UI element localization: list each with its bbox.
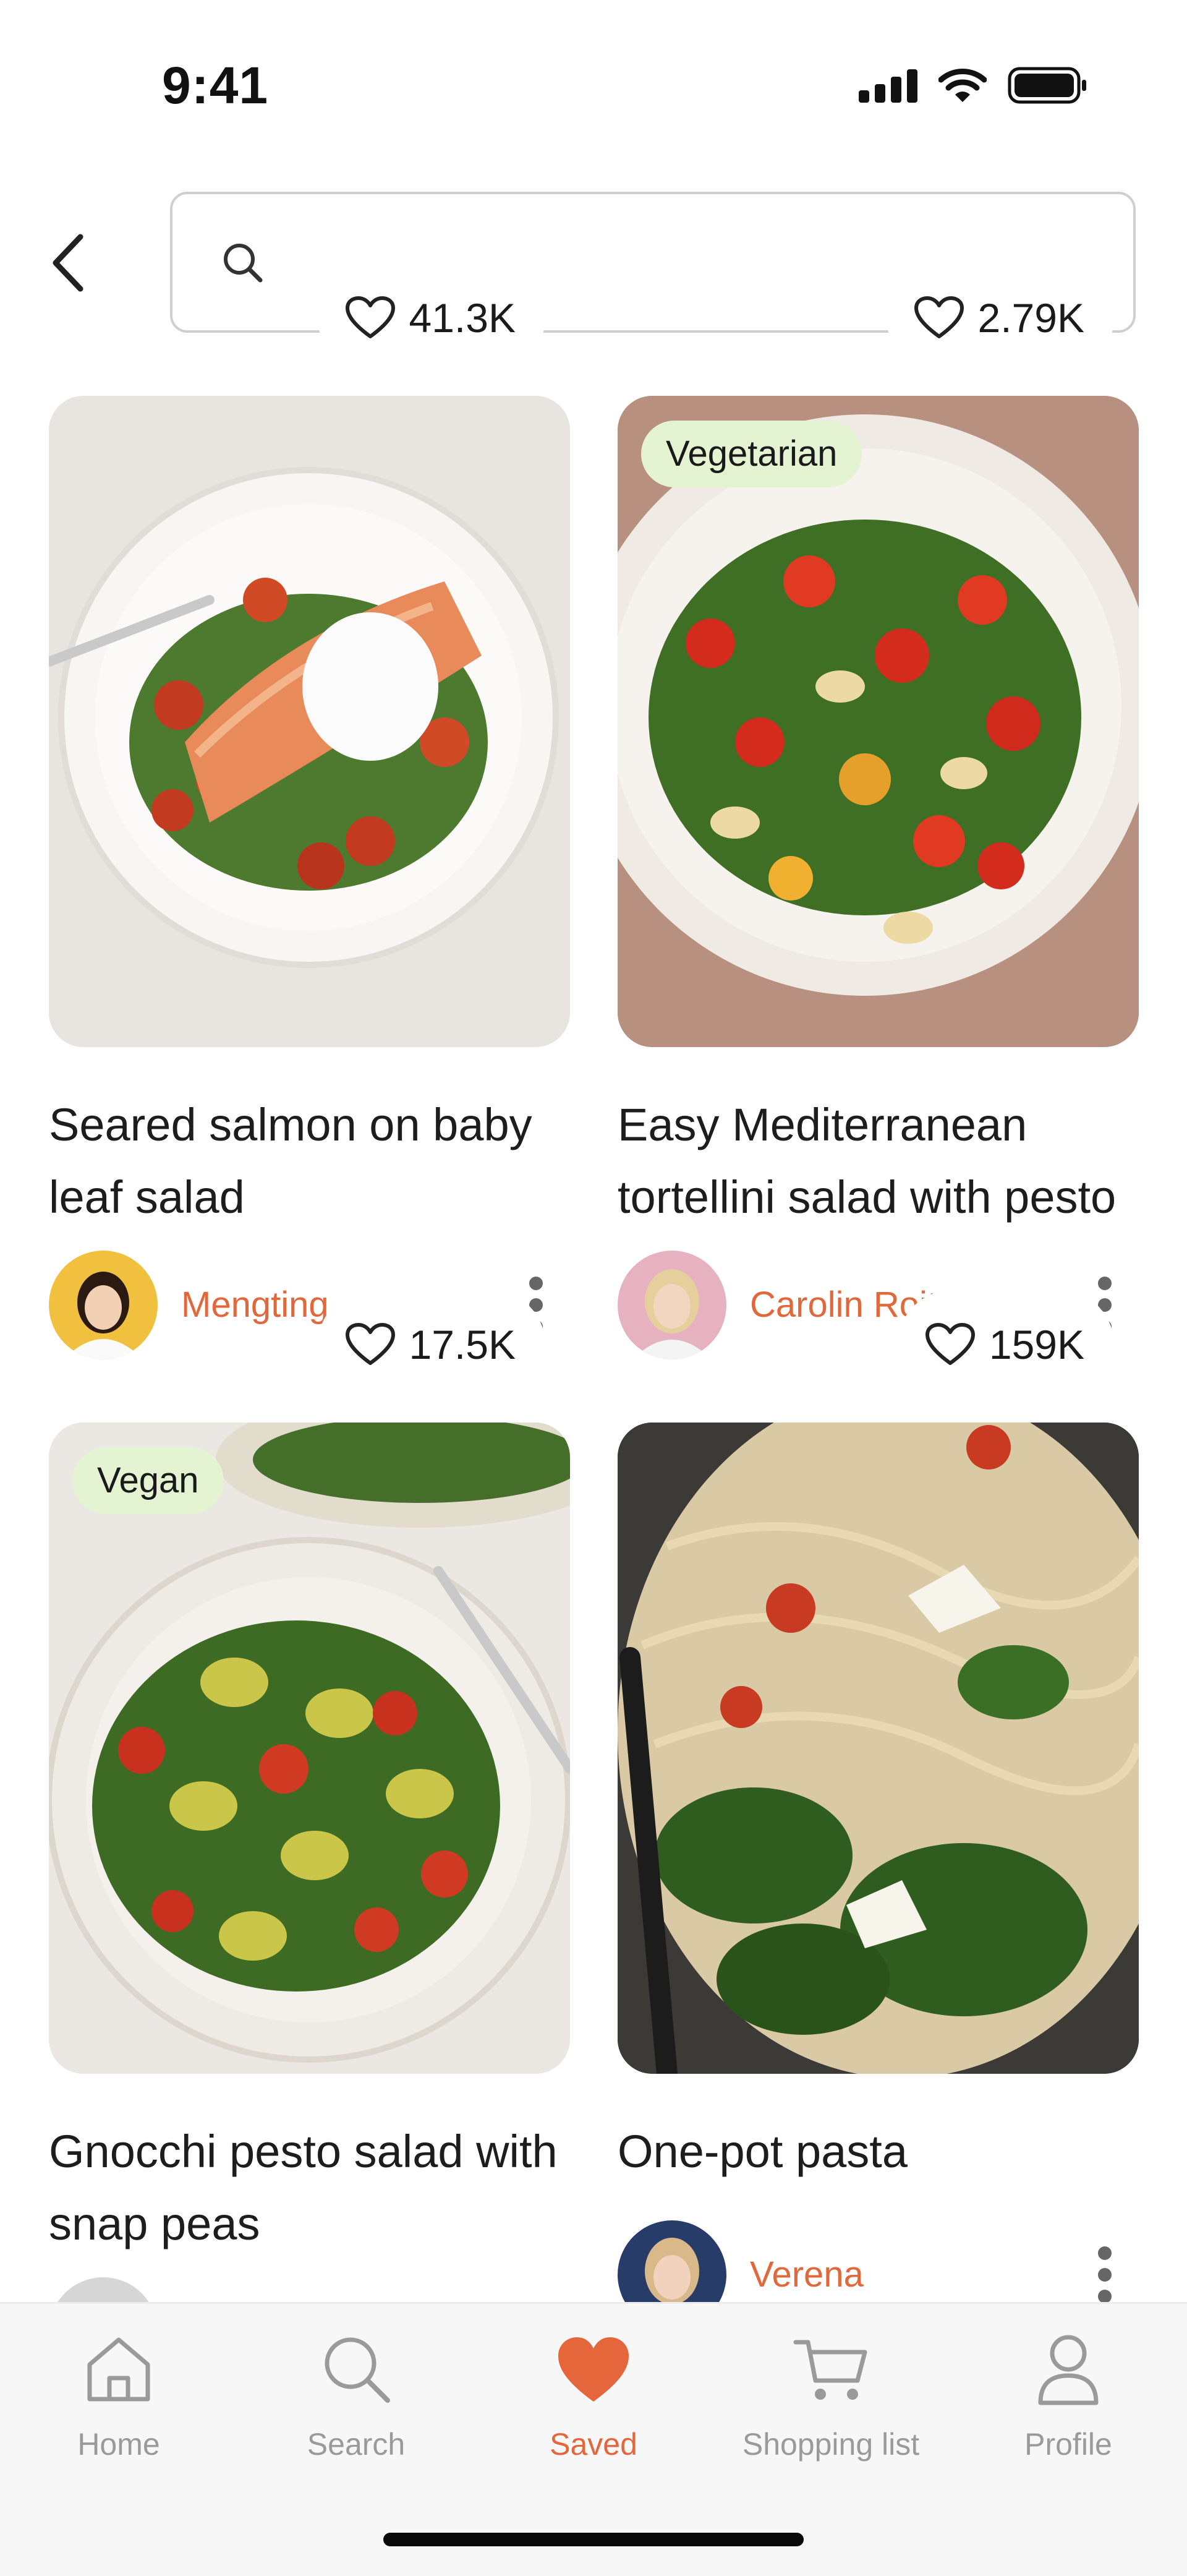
heart-filled-icon xyxy=(558,2337,629,2402)
author-name[interactable]: Mengting xyxy=(181,1284,329,1325)
person-icon xyxy=(1038,2335,1099,2405)
more-options-button[interactable] xyxy=(1096,2246,1114,2303)
search-icon xyxy=(325,2337,390,2403)
tab-label: Search xyxy=(307,2427,406,2462)
back-button[interactable] xyxy=(43,232,93,294)
like-button[interactable]: 159K xyxy=(897,1290,1114,1399)
tab-label: Profile xyxy=(1024,2427,1112,2462)
tab-shopping-list[interactable]: Shopping list xyxy=(712,2304,950,2489)
cellular-signal-icon xyxy=(859,68,917,103)
heart-outline-icon xyxy=(345,296,395,338)
author-name[interactable]: Verena xyxy=(750,2254,864,2295)
heart-outline-icon xyxy=(345,1323,395,1365)
recipe-title[interactable]: Seared salmon on baby leaf salad xyxy=(49,1089,570,1233)
recipe-image[interactable] xyxy=(49,396,570,1047)
like-count: 2.79K xyxy=(977,295,1084,341)
like-count: 17.5K xyxy=(409,1322,516,1367)
tab-bar: Home Search Saved Shopping list Profile xyxy=(0,2302,1187,2576)
status-icons xyxy=(859,67,1088,104)
cart-icon xyxy=(793,2340,867,2400)
recipe-title[interactable]: Easy Mediterranean tortellini salad with… xyxy=(618,1089,1139,1233)
search-icon xyxy=(224,244,263,283)
battery-icon xyxy=(1008,67,1086,104)
like-button[interactable]: 2.79K xyxy=(886,263,1114,372)
heart-outline-icon xyxy=(925,1323,975,1365)
tab-profile[interactable]: Profile xyxy=(950,2304,1187,2489)
back-arrow-icon xyxy=(53,234,83,292)
tab-label: Home xyxy=(77,2427,160,2462)
status-time: 9:41 xyxy=(162,56,269,114)
recipe-title[interactable]: Gnocchi pesto salad with snap peas xyxy=(49,2115,570,2260)
recipe-image[interactable] xyxy=(49,1423,570,2074)
tab-label: Saved xyxy=(550,2427,637,2462)
tab-search[interactable]: Search xyxy=(237,2304,475,2489)
home-icon xyxy=(87,2337,150,2402)
status-bar: 9:41 xyxy=(0,0,1187,155)
heart-outline-icon xyxy=(914,296,964,338)
tab-saved[interactable]: Saved xyxy=(475,2304,712,2489)
recipe-image[interactable] xyxy=(618,1423,1139,2074)
recipe-title[interactable]: One-pot pasta xyxy=(618,2115,1139,2188)
diet-tag: Vegan xyxy=(72,1447,224,1514)
tab-home[interactable]: Home xyxy=(0,2304,237,2489)
recipe-image[interactable] xyxy=(618,396,1139,1047)
home-indicator[interactable] xyxy=(383,2533,804,2546)
diet-tag: Vegetarian xyxy=(641,421,862,487)
wifi-icon xyxy=(938,69,987,102)
like-button[interactable]: 41.3K xyxy=(317,263,545,372)
avatar[interactable] xyxy=(49,1251,158,1359)
like-count: 41.3K xyxy=(409,295,516,341)
like-button[interactable]: 17.5K xyxy=(317,1290,545,1399)
avatar[interactable] xyxy=(618,1251,726,1359)
like-count: 159K xyxy=(989,1322,1084,1367)
tab-label: Shopping list xyxy=(742,2427,920,2462)
